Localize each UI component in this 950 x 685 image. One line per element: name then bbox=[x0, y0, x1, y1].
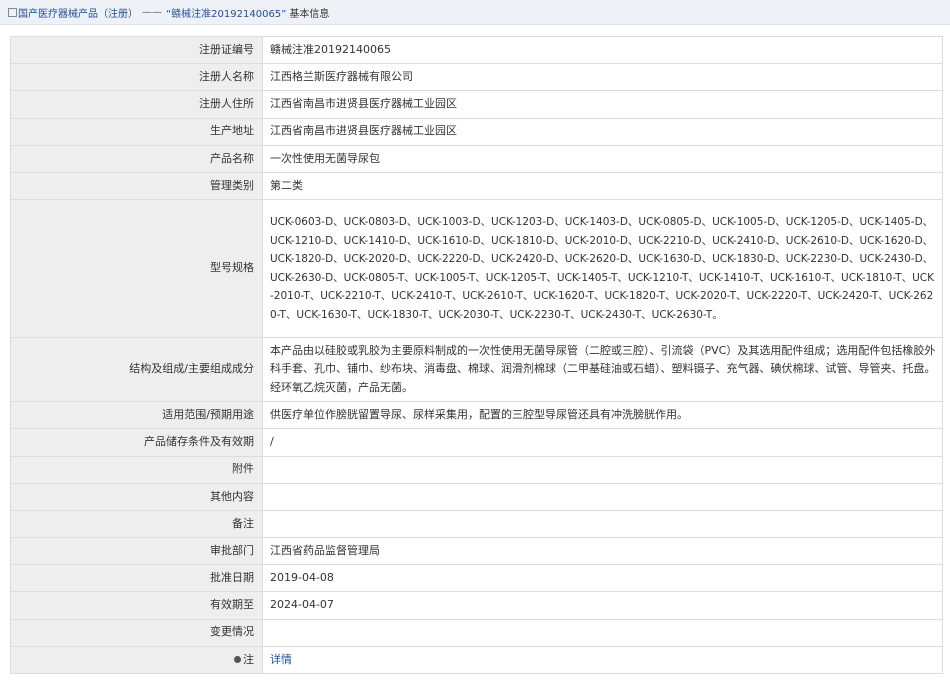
table-row: 注册证编号 赣械注准20192140065 bbox=[10, 35, 943, 65]
row-label: 管理类别 bbox=[10, 171, 263, 201]
row-label: 备注 bbox=[10, 509, 263, 539]
document-icon bbox=[8, 7, 17, 17]
table-row: 变更情况 bbox=[10, 618, 943, 647]
row-label: 注册人名称 bbox=[10, 63, 263, 92]
row-value bbox=[262, 455, 943, 484]
row-label: 批准日期 bbox=[10, 564, 263, 593]
table-row: 批准日期 2019-04-08 bbox=[10, 564, 943, 593]
row-value: 江西省药品监督管理局 bbox=[262, 537, 943, 566]
row-label: 其他内容 bbox=[10, 482, 263, 511]
row-value: 详情 bbox=[262, 645, 943, 675]
row-label: 附件 bbox=[10, 455, 263, 484]
row-value: 2024-04-07 bbox=[262, 591, 943, 620]
row-value: 一次性使用无菌导尿包 bbox=[262, 144, 943, 173]
table-row: 型号规格 UCK-0603-D、UCK-0803-D、UCK-1003-D、UC… bbox=[10, 199, 943, 339]
row-value bbox=[262, 618, 943, 647]
row-label: 结构及组成/主要组成成分 bbox=[10, 337, 263, 403]
table-row: 结构及组成/主要组成成分 本产品由以硅胶或乳胶为主要原料制成的一次性使用无菌导尿… bbox=[10, 337, 943, 403]
row-value: UCK-0603-D、UCK-0803-D、UCK-1003-D、UCK-120… bbox=[262, 199, 943, 339]
detail-link[interactable]: 详情 bbox=[270, 653, 292, 666]
note-label-text: 注 bbox=[243, 652, 254, 666]
row-value: / bbox=[262, 428, 943, 457]
breadcrumb: 国产医疗器械产品（注册） —— “赣械注准20192140065” 基本信息 bbox=[0, 0, 950, 25]
row-label: 变更情况 bbox=[10, 618, 263, 647]
table-row: 生产地址 江西省南昌市进贤县医疗器械工业园区 bbox=[10, 117, 943, 146]
row-value: 赣械注准20192140065 bbox=[262, 35, 943, 65]
row-value: 供医疗单位作膀胱留置导尿、尿样采集用，配置的三腔型导尿管还具有冲洗膀胱作用。 bbox=[262, 401, 943, 430]
row-value bbox=[262, 482, 943, 511]
row-label: 注册证编号 bbox=[10, 35, 263, 65]
row-label: 有效期至 bbox=[10, 591, 263, 620]
note-label: 注 bbox=[10, 645, 263, 675]
row-label: 注册人住所 bbox=[10, 90, 263, 119]
row-value: 江西省南昌市进贤县医疗器械工业园区 bbox=[262, 117, 943, 146]
row-label: 适用范围/预期用途 bbox=[10, 401, 263, 430]
row-label: 审批部门 bbox=[10, 537, 263, 566]
table-row: 注册人名称 江西格兰斯医疗器械有限公司 bbox=[10, 63, 943, 92]
row-value bbox=[262, 509, 943, 539]
row-value: 2019-04-08 bbox=[262, 564, 943, 593]
table-row: 产品储存条件及有效期 / bbox=[10, 428, 943, 457]
table-row: 注册人住所 江西省南昌市进贤县医疗器械工业园区 bbox=[10, 90, 943, 119]
breadcrumb-separator: —— bbox=[142, 6, 162, 18]
row-value: 江西格兰斯医疗器械有限公司 bbox=[262, 63, 943, 92]
table-row: 管理类别 第二类 bbox=[10, 171, 943, 201]
table-row: 审批部门 江西省药品监督管理局 bbox=[10, 537, 943, 566]
row-value: 本产品由以硅胶或乳胶为主要原料制成的一次性使用无菌导尿管（二腔或三腔）、引流袋（… bbox=[262, 337, 943, 403]
table-row: 其他内容 bbox=[10, 482, 943, 511]
table-row: 注 详情 bbox=[10, 645, 943, 675]
table-row: 有效期至 2024-04-07 bbox=[10, 591, 943, 620]
row-value: 江西省南昌市进贤县医疗器械工业园区 bbox=[262, 90, 943, 119]
table-row: 附件 bbox=[10, 455, 943, 484]
breadcrumb-tail: 基本信息 bbox=[289, 8, 330, 20]
row-label: 产品名称 bbox=[10, 144, 263, 173]
row-value: 第二类 bbox=[262, 171, 943, 201]
table-row: 适用范围/预期用途 供医疗单位作膀胱留置导尿、尿样采集用，配置的三腔型导尿管还具… bbox=[10, 401, 943, 430]
pin-icon bbox=[234, 655, 241, 663]
table-row: 产品名称 一次性使用无菌导尿包 bbox=[10, 144, 943, 173]
row-label: 生产地址 bbox=[10, 117, 263, 146]
breadcrumb-current: “赣械注准20192140065” bbox=[166, 8, 287, 20]
table-row: 备注 bbox=[10, 509, 943, 539]
row-label: 型号规格 bbox=[10, 199, 263, 339]
breadcrumb-home-link[interactable]: 国产医疗器械产品（注册） bbox=[18, 5, 138, 20]
info-table: 注册证编号 赣械注准20192140065 注册人名称 江西格兰斯医疗器械有限公… bbox=[10, 35, 943, 675]
row-label: 产品储存条件及有效期 bbox=[10, 428, 263, 457]
